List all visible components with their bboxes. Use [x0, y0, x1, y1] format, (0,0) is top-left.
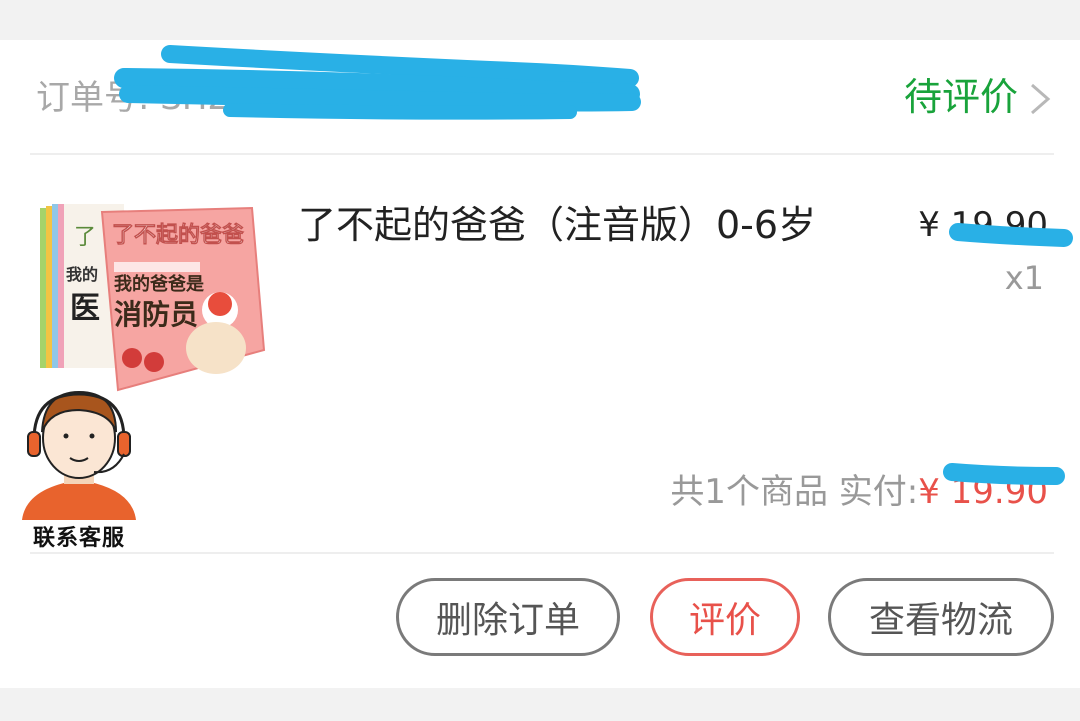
cover-side-text: 医: [70, 291, 100, 326]
svg-text:我的: 我的: [66, 265, 98, 284]
order-total: 共1个商品 实付:¥ 19.90: [670, 468, 1048, 516]
customer-service-label: 联系客服: [32, 526, 125, 551]
order-number: 订单号: SH20200002...: [36, 78, 413, 118]
product-quantity: x1: [1004, 259, 1044, 297]
order-status[interactable]: 待评价: [904, 74, 1018, 120]
order-card: 订单号: SH20200002... 待评价 了 我的 医 了不起的爸爸 我的爸…: [0, 40, 1080, 688]
svg-text:了: 了: [74, 225, 96, 250]
svg-text:消防员: 消防员: [114, 298, 198, 331]
svg-text:我的爸爸是: 我的爸爸是: [114, 273, 204, 295]
rate-button[interactable]: 评价: [650, 578, 800, 656]
product-price: ¥ 19.90: [918, 205, 1048, 245]
order-header[interactable]: 订单号: SH20200002... 待评价: [30, 40, 1054, 155]
svg-text:了不起的爸爸: 了不起的爸爸: [112, 222, 244, 248]
product-title[interactable]: 了不起的爸爸（注音版）0-6岁: [298, 200, 816, 250]
divider: [30, 552, 1054, 554]
agent-avatar-icon: [22, 390, 136, 520]
view-logistics-button[interactable]: 查看物流: [828, 578, 1054, 656]
total-count-label: 共1个商品 实付:: [670, 472, 919, 512]
customer-service-button[interactable]: 联系客服: [14, 380, 144, 556]
delete-order-button[interactable]: 删除订单: [396, 578, 620, 656]
chevron-right-icon[interactable]: [1024, 82, 1054, 116]
total-amount: ¥ 19.90: [918, 472, 1048, 512]
